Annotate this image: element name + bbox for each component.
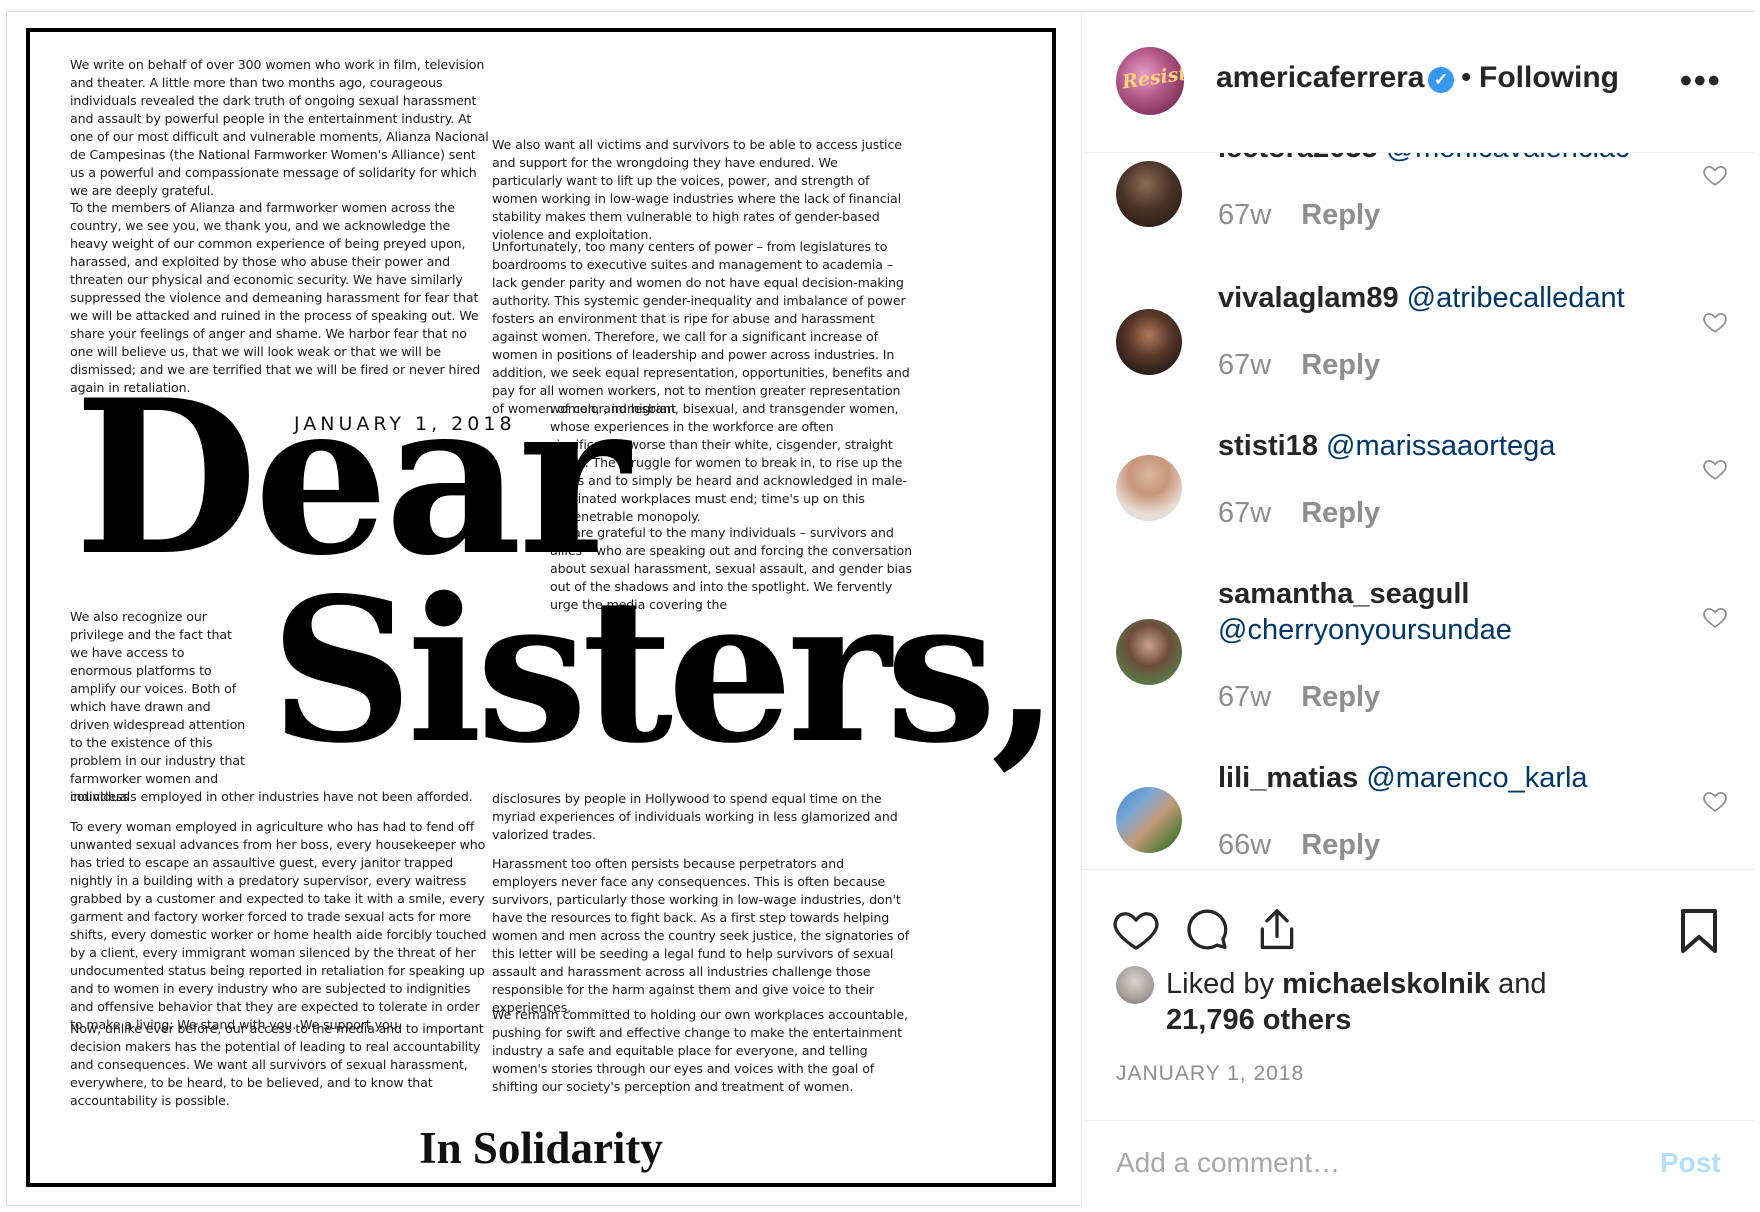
liked-by-text: Liked by michaelskolnik and bbox=[1166, 965, 1546, 1003]
share-icon[interactable] bbox=[1255, 907, 1299, 953]
post-header: Resist americaferrera ✓ • Following ••• bbox=[1082, 12, 1754, 153]
post-image-letter: We write on behalf of over 300 women who… bbox=[26, 28, 1056, 1187]
letter-paragraph: To every woman employed in agriculture w… bbox=[70, 819, 487, 1032]
liked-by-user[interactable]: michaelskolnik bbox=[1282, 968, 1490, 1000]
add-comment-bar: Post bbox=[1082, 1120, 1754, 1207]
comment-age[interactable]: 67w bbox=[1218, 349, 1271, 381]
letter-paragraph: We remain committed to holding our own w… bbox=[492, 1007, 908, 1094]
comment-avatar[interactable] bbox=[1116, 787, 1182, 853]
letter-headline-sisters: Sisters, bbox=[270, 554, 1054, 787]
comment-meta: 66w Reply bbox=[1218, 829, 1380, 862]
post-side-panel: lectora2055 @monicavalenciac 67wReply vi… bbox=[1081, 12, 1754, 1206]
comment-avatar[interactable] bbox=[1116, 619, 1182, 685]
comment-text: stisti18 @marissaaortega bbox=[1218, 428, 1678, 464]
profile-avatar[interactable]: Resist bbox=[1116, 47, 1184, 115]
comment-icon[interactable] bbox=[1185, 907, 1229, 951]
reply-button[interactable]: Reply bbox=[1301, 681, 1380, 713]
comment-avatar[interactable] bbox=[1116, 309, 1182, 375]
comment-mention[interactable]: @cherryonyoursundae bbox=[1218, 614, 1512, 646]
like-heart-icon[interactable] bbox=[1113, 907, 1159, 951]
comment-age[interactable]: 66w bbox=[1218, 829, 1271, 861]
comment-text: lili_matias @marenco_karla bbox=[1218, 760, 1678, 796]
comment-meta: 67w Reply bbox=[1218, 497, 1380, 530]
comment-like-heart-icon[interactable] bbox=[1702, 309, 1728, 335]
comment-like-heart-icon[interactable] bbox=[1702, 788, 1728, 814]
liked-by-avatar[interactable] bbox=[1116, 966, 1154, 1004]
comment-text: vivalaglam89 @atribecalledant bbox=[1218, 280, 1678, 316]
comment-username[interactable]: vivalaglam89 bbox=[1218, 282, 1399, 314]
comment-age[interactable]: 67w bbox=[1218, 497, 1271, 529]
letter-paragraph: individuals employed in other industries… bbox=[70, 789, 473, 804]
comment-username[interactable]: stisti18 bbox=[1218, 430, 1318, 462]
letter-headline-dear: Dear bbox=[74, 353, 630, 602]
comment-mention[interactable]: @marenco_karla bbox=[1366, 762, 1587, 794]
comment-meta: 67w Reply bbox=[1218, 199, 1380, 232]
letter-paragraph: Harassment too often persists because pe… bbox=[492, 856, 910, 1015]
verified-check-badge-icon: ✓ bbox=[1428, 67, 1454, 93]
letter-sign-off: In Solidarity bbox=[419, 1123, 663, 1173]
comment-username[interactable]: samantha_seagull bbox=[1218, 578, 1469, 610]
liked-by-joiner: and bbox=[1498, 968, 1547, 1000]
comment-meta: 67w Reply bbox=[1218, 349, 1380, 382]
likes-count[interactable]: 21,796 others bbox=[1166, 1001, 1351, 1039]
comment-username[interactable]: lili_matias bbox=[1218, 762, 1358, 794]
comment-avatar[interactable] bbox=[1116, 161, 1182, 227]
following-button[interactable]: Following bbox=[1479, 61, 1619, 95]
letter-paragraph: We also recognize our privilege and the … bbox=[70, 609, 246, 804]
post-actions-section: Liked by michaelskolnik and 21,796 other… bbox=[1082, 869, 1754, 1206]
reply-button[interactable]: Reply bbox=[1301, 497, 1380, 529]
post-date[interactable]: JANUARY 1, 2018 bbox=[1116, 1062, 1304, 1086]
letter-paragraph: Now, unlike ever before, our access to t… bbox=[70, 1021, 484, 1108]
more-options-icon[interactable]: ••• bbox=[1680, 62, 1722, 101]
comment-meta: 67w Reply bbox=[1218, 681, 1380, 714]
comment-mention[interactable]: @atribecalledant bbox=[1407, 282, 1625, 314]
liked-by-prefix: Liked by bbox=[1166, 968, 1275, 1000]
post-comment-button[interactable]: Post bbox=[1660, 1147, 1721, 1179]
profile-username[interactable]: americaferrera bbox=[1216, 61, 1425, 95]
separator-dot: • bbox=[1461, 61, 1472, 94]
letter-paragraph: We write on behalf of over 300 women who… bbox=[70, 57, 489, 198]
comment-mention[interactable]: @marissaaortega bbox=[1326, 430, 1555, 462]
reply-button[interactable]: Reply bbox=[1301, 829, 1380, 861]
reply-button[interactable]: Reply bbox=[1301, 199, 1380, 231]
letter-paragraph: disclosures by people in Hollywood to sp… bbox=[492, 791, 898, 842]
comment-like-heart-icon[interactable] bbox=[1702, 604, 1728, 630]
comment-text: samantha_seagull @cherryonyoursundae bbox=[1218, 576, 1678, 648]
add-comment-input[interactable] bbox=[1116, 1147, 1596, 1179]
comment-like-heart-icon[interactable] bbox=[1702, 162, 1728, 188]
reply-button[interactable]: Reply bbox=[1301, 349, 1380, 381]
comment-age[interactable]: 67w bbox=[1218, 199, 1271, 231]
bookmark-icon[interactable] bbox=[1679, 907, 1719, 955]
comment-avatar[interactable] bbox=[1116, 455, 1182, 521]
avatar-logo-text: Resist bbox=[1120, 62, 1184, 94]
letter-paragraph: We also want all victims and survivors t… bbox=[492, 137, 902, 242]
comment-like-heart-icon[interactable] bbox=[1702, 456, 1728, 482]
comment-age[interactable]: 67w bbox=[1218, 681, 1271, 713]
